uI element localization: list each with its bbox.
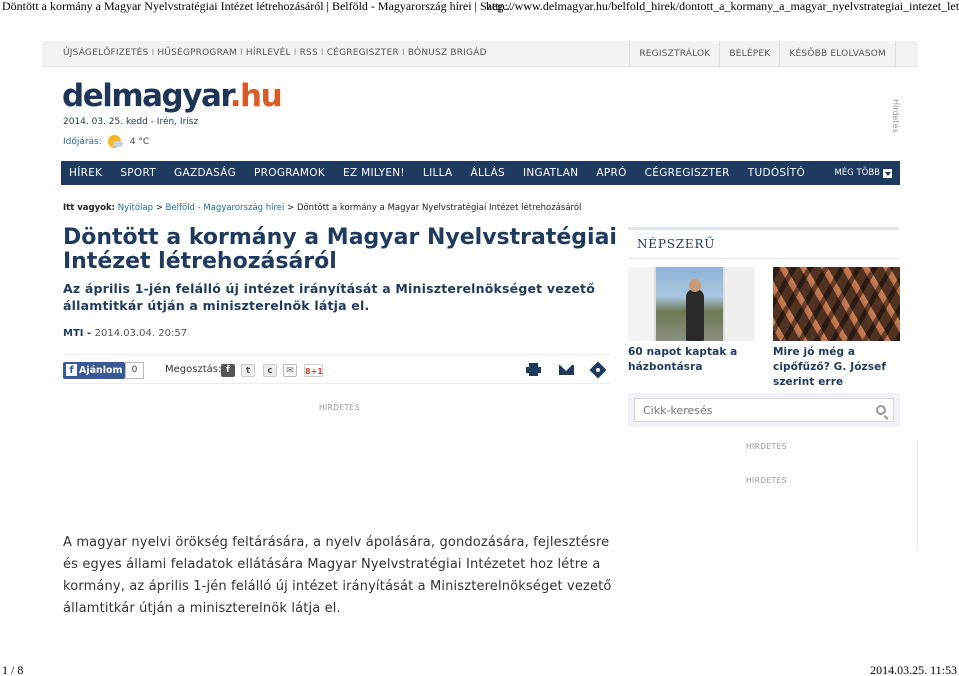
utility-link-rss[interactable]: RSS: [300, 48, 318, 58]
utility-link-company-register[interactable]: CÉGREGISZTER: [327, 48, 399, 58]
c-icon[interactable]: c: [263, 364, 277, 377]
site-logo[interactable]: delmagyar.hu: [62, 78, 283, 114]
print-page-title: Döntött a kormány a Magyar Nyelvstratégi…: [2, 0, 513, 13]
breadcrumb-current: Döntött a kormány a Magyar Nyelvstratégi…: [296, 203, 582, 213]
nav-item-hirek[interactable]: HÍREK: [61, 161, 111, 185]
gplus-icon[interactable]: 8+1: [304, 364, 323, 377]
mail-icon[interactable]: ✉: [283, 364, 297, 377]
nav-item-lilla[interactable]: LILLA: [414, 161, 462, 185]
breadcrumb-section[interactable]: Belföld - Magyarország hírei: [166, 203, 285, 213]
nav-item-tudosito[interactable]: TUDÓSÍTÓ: [739, 161, 814, 185]
article-date: 2014.03.04. 20:57: [94, 328, 188, 339]
weather-temperature: 4 °C: [129, 136, 150, 147]
main-nav: HÍREK SPORT GAZDASÁG PROGRAMOK EZ MILYEN…: [61, 161, 900, 185]
popular-heading: NÉPSZERŰ: [637, 237, 716, 251]
print-footer: 1 / 8 2014.03.25. 11:53: [0, 663, 959, 676]
breadcrumb-home[interactable]: Nyitólap: [118, 203, 153, 213]
article-lead: Az április 1-jén felálló új intézet irán…: [63, 281, 596, 313]
nav-item-allas[interactable]: ÁLLÁS: [462, 161, 514, 185]
utility-link-bonus-brigad[interactable]: BÓNUSZ BRIGÁD: [408, 48, 487, 58]
print-header: Döntött a kormány a Magyar Nyelvstratégi…: [0, 0, 959, 14]
sidebar-top-border: [628, 227, 899, 230]
article-source: MTI: [63, 328, 84, 339]
nav-item-ingatlan[interactable]: INGATLAN: [514, 161, 587, 185]
login-link[interactable]: BELÉPEK: [719, 41, 779, 67]
chevron-down-icon: [883, 168, 892, 178]
article-search: [628, 393, 900, 427]
nav-item-apro[interactable]: APRÓ: [587, 161, 635, 185]
tag-icon[interactable]: [589, 361, 607, 379]
popular-caption-2[interactable]: Mire jó még a cipőfűző? G. József szerin…: [773, 345, 903, 390]
sidebar-ad-label-2: HIRDETÉS: [746, 476, 787, 485]
sidebar-divider: [628, 258, 899, 259]
nav-item-ez-milyen[interactable]: EZ MILYEN!: [334, 161, 414, 185]
facebook-icon[interactable]: f: [221, 364, 235, 377]
breadcrumb: Itt vagyok: Nyitólap > Belföld - Magyaro…: [63, 203, 582, 213]
facebook-recommend-count: 0: [125, 362, 144, 379]
print-datetime: 2014.03.25. 11:53: [870, 663, 957, 676]
envelope-icon[interactable]: [559, 365, 574, 375]
account-links: REGISZTRÁLOK BELÉPEK KÉSŐBB ELOLVASOM: [629, 41, 896, 67]
twitter-icon[interactable]: t: [241, 364, 255, 377]
sidebar-ad-label-1: HIRDETÉS: [746, 442, 787, 451]
partly-sunny-icon: [107, 135, 123, 148]
date-line: 2014. 03. 25. kedd - Irén, Irisz: [63, 117, 199, 127]
share-label: Megosztás:: [165, 364, 222, 375]
top-utility-bar: ÚJSÁGELŐFIZETÉS I HŰSÉGPROGRAM I HÍRLEVÉL I RS…: [42, 41, 918, 67]
sidebar-rule: [917, 440, 918, 550]
article-ad-label: HIRDETÉS: [319, 403, 360, 412]
read-later-link[interactable]: KÉSŐBB ELOLVASOM: [779, 41, 896, 67]
utility-link-subscription[interactable]: ÚJSÁGELŐFIZETÉS: [63, 48, 148, 58]
popular-caption-1[interactable]: 60 napot kaptak a házbontásra: [628, 345, 758, 375]
popular-thumbnail-1[interactable]: [628, 267, 755, 341]
facebook-recommend-button[interactable]: Ajánlom: [63, 362, 125, 379]
article-body: A magyar nyelvi örökség feltárására, a n…: [63, 535, 612, 616]
print-icon[interactable]: [526, 363, 541, 377]
weather-label: Időjárás:: [63, 136, 102, 147]
utility-links: ÚJSÁGELŐFIZETÉS I HŰSÉGPROGRAM I HÍRLEVÉL I RS…: [63, 48, 487, 58]
print-page-number: 1 / 8: [2, 663, 24, 676]
nav-item-gazdasag[interactable]: GAZDASÁG: [165, 161, 245, 185]
utility-link-loyalty[interactable]: HŰSÉGPROGRAM: [157, 48, 237, 58]
article-title: Döntött a kormány a Magyar Nyelvstratégi…: [63, 225, 617, 274]
popular-thumbnail-2[interactable]: [773, 267, 900, 341]
register-link[interactable]: REGISZTRÁLOK: [629, 41, 719, 67]
search-input[interactable]: [634, 398, 894, 422]
side-ad-label: Hirdetés: [891, 99, 900, 133]
nav-item-cegregiszter[interactable]: CÉGREGISZTER: [636, 161, 739, 185]
share-bar: Ajánlom 0 Megosztás: f t c ✉ 8+1: [63, 354, 610, 384]
nav-more-button[interactable]: MÉG TÖBB: [834, 161, 892, 185]
utility-link-newsletter[interactable]: HÍRLEVÉL: [246, 48, 291, 58]
search-icon[interactable]: [876, 405, 886, 415]
weather-widget[interactable]: Időjárás: 4 °C: [63, 135, 149, 148]
print-page-url: http://www.delmagyar.hu/belfold_hirek/do…: [486, 0, 959, 13]
nav-item-programok[interactable]: PROGRAMOK: [245, 161, 334, 185]
article-byline: MTI - 2014.03.04. 20:57: [63, 328, 188, 339]
nav-item-sport[interactable]: SPORT: [111, 161, 165, 185]
